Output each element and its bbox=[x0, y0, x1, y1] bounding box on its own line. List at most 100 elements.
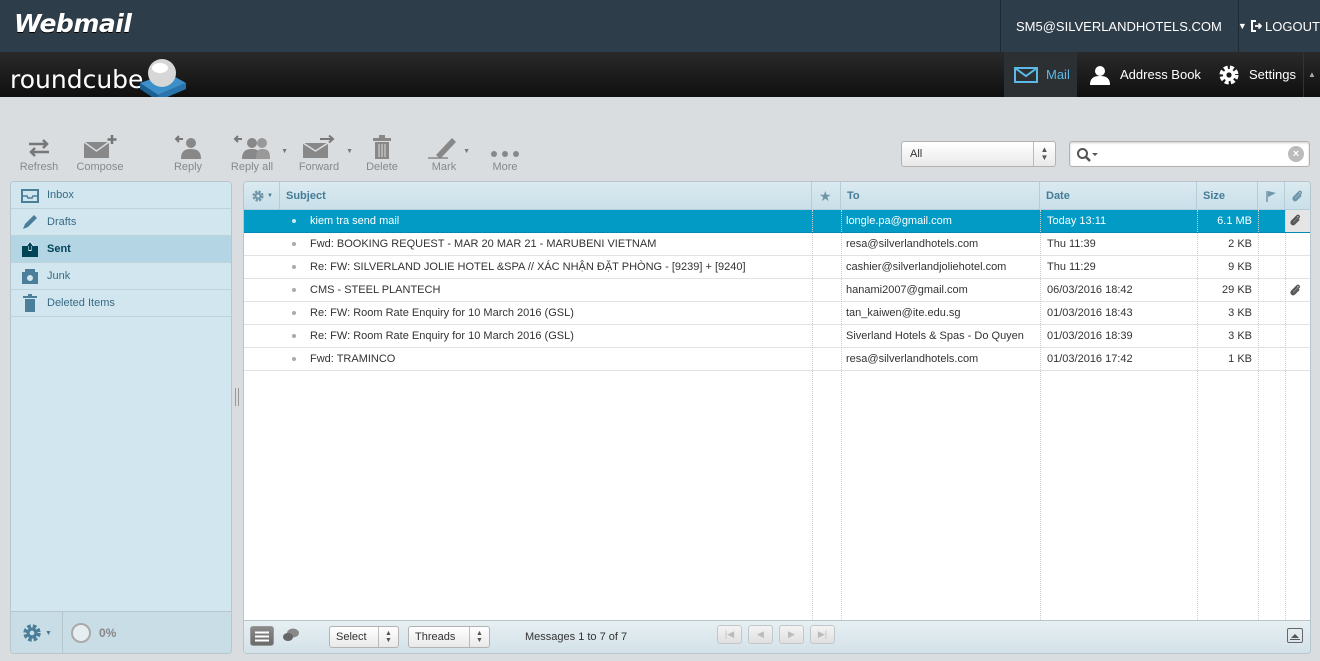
logout-button[interactable]: LOGOUT bbox=[1238, 0, 1320, 52]
message-list: ▼ Subject ★ To Date Size kiem tra send m… bbox=[243, 181, 1311, 654]
forward-button[interactable]: Forward ▼ bbox=[289, 133, 353, 173]
nav-settings[interactable]: Settings bbox=[1217, 52, 1303, 97]
thread-dot-icon bbox=[292, 334, 296, 338]
chevron-down-icon[interactable]: ▼ bbox=[463, 148, 470, 155]
next-page-icon: ▶ bbox=[788, 629, 795, 639]
compose-label: Compose bbox=[76, 161, 124, 173]
roundcube-logo: roundcube bbox=[10, 65, 144, 94]
pane-splitter[interactable] bbox=[235, 388, 239, 406]
attachment-indicator bbox=[1289, 214, 1302, 230]
refresh-button[interactable]: Refresh bbox=[9, 133, 69, 173]
column-date[interactable]: Date bbox=[1040, 182, 1197, 210]
column-to[interactable]: To bbox=[841, 182, 1040, 210]
header-collapse-button[interactable]: ▲ bbox=[1303, 52, 1320, 97]
select-dropdown[interactable]: Select ▲ ▼ bbox=[329, 626, 399, 648]
message-row[interactable]: Fwd: TRAMINCO resa@silverlandhotels.com 01… bbox=[244, 348, 1310, 371]
message-to: tan_kaiwen@ite.edu.sg bbox=[846, 307, 961, 319]
column-to-label: To bbox=[847, 190, 860, 202]
compose-button[interactable]: Compose bbox=[70, 133, 130, 173]
folder-inbox[interactable]: Inbox bbox=[11, 182, 231, 209]
message-subject[interactable]: Re: FW: Room Rate Enquiry for 10 March 2… bbox=[310, 302, 806, 324]
column-size[interactable]: Size bbox=[1197, 182, 1258, 210]
column-subject[interactable]: Subject bbox=[280, 182, 812, 210]
clear-search-icon[interactable]: × bbox=[1288, 146, 1304, 162]
message-row[interactable]: kiem tra send mail longle.pa@gmail.com Tod… bbox=[244, 210, 1310, 233]
select-arrows-icon: ▲ ▼ bbox=[378, 627, 398, 647]
thread-dot-icon bbox=[292, 288, 296, 292]
user-menu[interactable]: SM5@SILVERLANDHOTELS.COM ▼ bbox=[1000, 0, 1247, 52]
junk-icon bbox=[22, 269, 38, 284]
message-to: hanami2007@gmail.com bbox=[846, 284, 968, 296]
folder-actions-button[interactable]: ▼ bbox=[11, 612, 63, 653]
message-count: Messages 1 to 7 of 7 bbox=[525, 631, 628, 643]
search-icon[interactable] bbox=[1076, 147, 1100, 163]
first-page-button[interactable]: |◀ bbox=[717, 625, 742, 644]
more-button[interactable]: More bbox=[475, 133, 535, 173]
reply-button[interactable]: Reply bbox=[158, 133, 218, 173]
nav-settings-label: Settings bbox=[1249, 67, 1296, 82]
message-row[interactable]: CMS - STEEL PLANTECH hanami2007@gmail.com… bbox=[244, 279, 1310, 302]
column-attachment[interactable] bbox=[1285, 182, 1310, 210]
toggle-preview-button[interactable] bbox=[1287, 628, 1303, 643]
star-icon: ★ bbox=[819, 187, 832, 204]
nav-address-book-label: Address Book bbox=[1120, 67, 1201, 82]
message-row[interactable]: Re: FW: Room Rate Enquiry for 10 March 2… bbox=[244, 302, 1310, 325]
nav-address-book[interactable]: Address Book bbox=[1088, 52, 1208, 97]
message-size: 3 KB bbox=[1228, 307, 1252, 319]
threads-dropdown[interactable]: Threads ▲ ▼ bbox=[408, 626, 490, 648]
folder-junk[interactable]: Junk bbox=[11, 263, 231, 290]
folder-sent[interactable]: Sent bbox=[11, 236, 231, 263]
chevron-down-icon: ▼ bbox=[45, 629, 52, 637]
thread-dot-icon bbox=[292, 265, 296, 269]
paperclip-icon bbox=[1290, 214, 1300, 226]
message-to: resa@silverlandhotels.com bbox=[846, 238, 979, 250]
reply-all-button[interactable]: Reply all ▼ bbox=[222, 133, 288, 173]
delete-button[interactable]: Delete bbox=[352, 133, 412, 173]
filter-select[interactable]: All ▲ ▼ bbox=[901, 141, 1056, 167]
message-list-footer: Select ▲ ▼ Threads ▲ ▼ Messages 1 to 7 of … bbox=[244, 620, 1310, 653]
message-subject[interactable]: CMS - STEEL PLANTECH bbox=[310, 279, 806, 301]
message-row[interactable]: Re: FW: SILVERLAND JOLIE HOTEL &SPA // X… bbox=[244, 256, 1310, 279]
column-flag[interactable]: ★ bbox=[812, 182, 841, 210]
message-subject[interactable]: Re: FW: SILVERLAND JOLIE HOTEL &SPA // X… bbox=[310, 256, 806, 278]
message-subject[interactable]: Re: FW: Room Rate Enquiry for 10 March 2… bbox=[310, 325, 806, 347]
user-email: SM5@SILVERLANDHOTELS.COM bbox=[1016, 18, 1222, 34]
select-dropdown-label: Select bbox=[336, 631, 367, 643]
message-row[interactable]: Fwd: BOOKING REQUEST - MAR 20 MAR 21 - M… bbox=[244, 233, 1310, 256]
refresh-icon bbox=[29, 139, 49, 157]
mail-icon bbox=[1014, 66, 1038, 83]
message-date: Today 13:11 bbox=[1047, 215, 1107, 227]
logout-icon bbox=[1251, 20, 1262, 32]
compose-icon bbox=[83, 135, 117, 158]
thread-dot-icon bbox=[292, 219, 296, 223]
list-options-button[interactable]: ▼ bbox=[244, 182, 280, 210]
list-view-button[interactable] bbox=[250, 626, 274, 646]
quota-pie-icon bbox=[71, 623, 91, 643]
roundcube-logo-icon bbox=[140, 59, 186, 101]
next-page-button[interactable]: ▶ bbox=[779, 625, 804, 644]
folder-label: Deleted Items bbox=[47, 297, 115, 309]
message-size: 9 KB bbox=[1228, 261, 1252, 273]
flag-icon bbox=[1266, 191, 1276, 202]
nav-mail[interactable]: Mail bbox=[1004, 52, 1077, 97]
message-subject[interactable]: Fwd: BOOKING REQUEST - MAR 20 MAR 21 - M… bbox=[310, 233, 806, 255]
mark-button[interactable]: Mark ▼ bbox=[414, 133, 474, 173]
attachment-indicator bbox=[1289, 279, 1309, 301]
last-page-button[interactable]: ▶| bbox=[810, 625, 835, 644]
previous-page-button[interactable]: ◀ bbox=[748, 625, 773, 644]
chevron-down-icon[interactable]: ▼ bbox=[281, 148, 288, 155]
thread-dot-icon bbox=[292, 242, 296, 246]
list-icon bbox=[255, 631, 269, 641]
search-input[interactable]: × bbox=[1069, 141, 1310, 167]
folder-drafts[interactable]: Drafts bbox=[11, 209, 231, 236]
message-subject[interactable]: kiem tra send mail bbox=[310, 210, 806, 232]
message-subject[interactable]: Fwd: TRAMINCO bbox=[310, 348, 806, 370]
trash-icon bbox=[373, 135, 391, 159]
trash-icon bbox=[23, 294, 37, 312]
message-row[interactable]: Re: FW: Room Rate Enquiry for 10 March 2… bbox=[244, 325, 1310, 348]
chevron-down-icon: ▼ bbox=[267, 193, 273, 199]
thread-view-button[interactable] bbox=[282, 628, 302, 646]
folder-deleted-items[interactable]: Deleted Items bbox=[11, 290, 231, 317]
forward-label: Forward bbox=[298, 161, 340, 173]
column-status[interactable] bbox=[1258, 182, 1285, 210]
